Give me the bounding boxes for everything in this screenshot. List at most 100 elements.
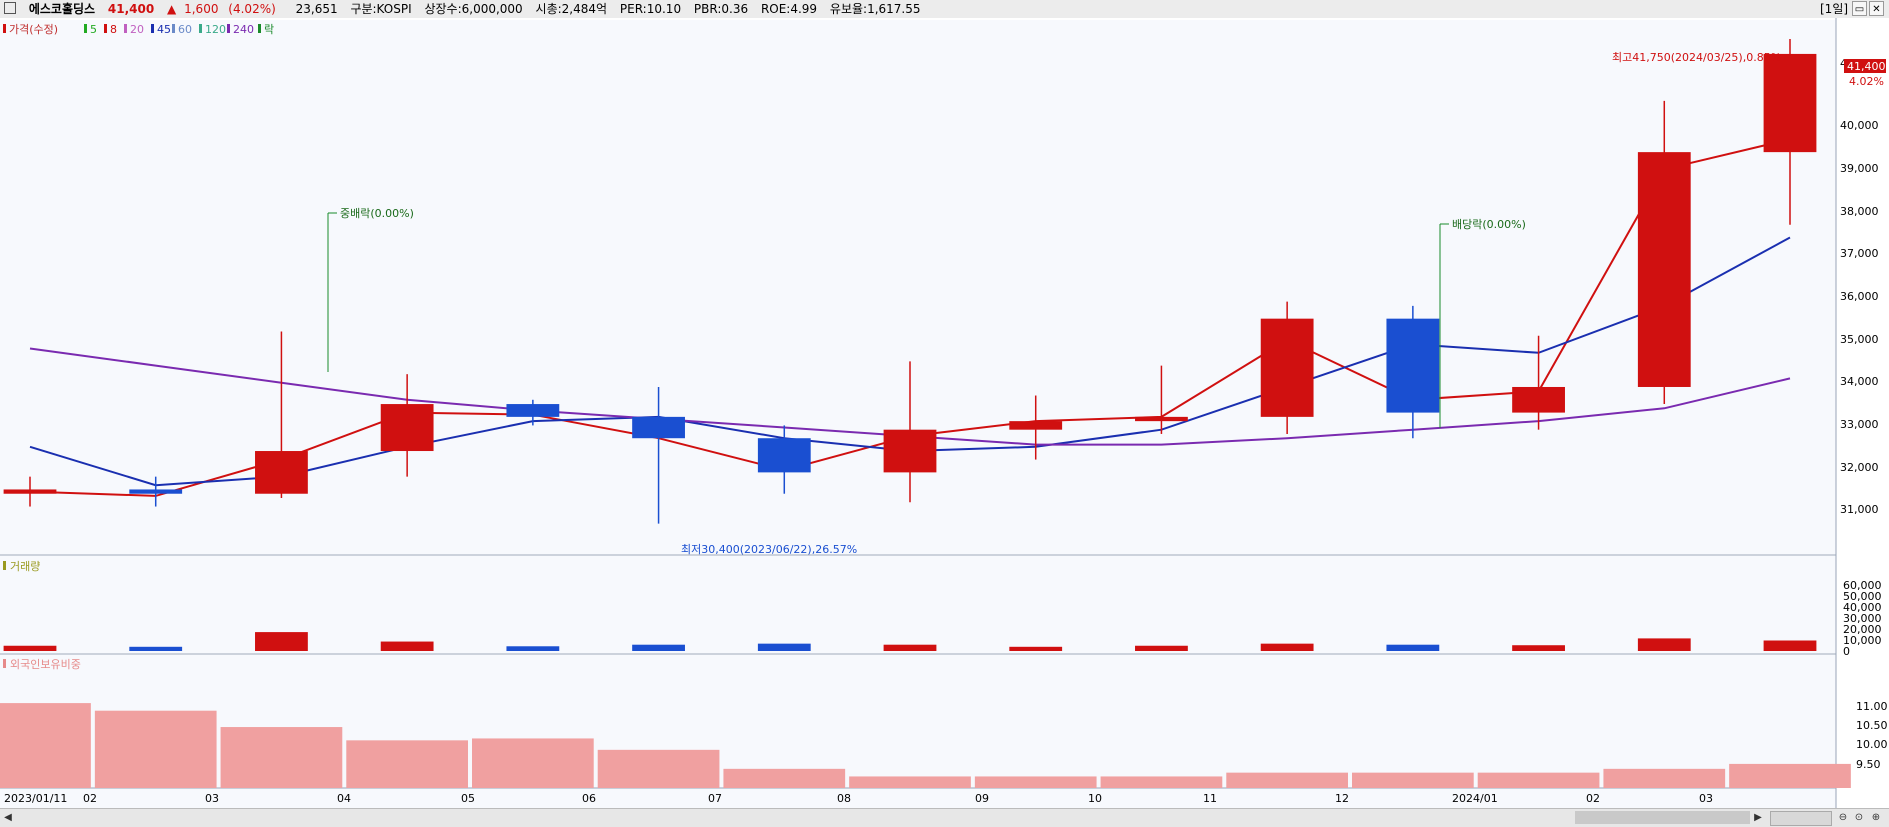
- close-icon[interactable]: ✕: [1869, 1, 1884, 16]
- y-tick-label: 33,000: [1840, 418, 1879, 431]
- period-selector[interactable]: [1일]: [1820, 0, 1848, 18]
- volume-bar: [129, 646, 183, 651]
- stock-name[interactable]: 에스코홀딩스: [29, 0, 95, 18]
- stock-chart-window: 에스코홀딩스 41,400 ▲ 1,600 (4.02%) 23,651 구분:…: [0, 0, 1889, 827]
- x-tick-label: 02: [83, 792, 97, 805]
- candle-body: [129, 489, 183, 494]
- x-tick-label: 08: [837, 792, 851, 805]
- price-change-pct: (4.02%): [228, 2, 276, 16]
- y-tick-label: 38,000: [1840, 205, 1879, 218]
- candle-body: [632, 416, 685, 439]
- candle-body: [883, 429, 937, 473]
- price-legend-swatch: [3, 24, 6, 33]
- ma20-legend-swatch: [124, 24, 127, 33]
- x-tick-label: 03: [205, 792, 219, 805]
- current-price: 41,400: [107, 2, 155, 16]
- last-pct-tag: 4.02%: [1849, 75, 1884, 88]
- y-tick-label: 37,000: [1840, 247, 1879, 260]
- menu-icon[interactable]: [4, 2, 16, 14]
- volume-bar: [1763, 640, 1817, 651]
- zoom-out-icon[interactable]: ⊖: [1836, 811, 1850, 824]
- y-tick-label: 34,000: [1840, 375, 1879, 388]
- low-annotation: 최저30,400(2023/06/22),26.57%: [681, 543, 857, 556]
- x-tick-label: 04: [337, 792, 351, 805]
- volume-bar: [883, 644, 937, 651]
- candle-body: [1386, 318, 1440, 413]
- volume-title: 거래량: [10, 560, 40, 573]
- candle-body: [1512, 386, 1565, 413]
- bonus-annotation: 중배락(0.00%): [340, 207, 414, 220]
- y-tick-label: 11.00: [1856, 700, 1888, 713]
- ma8-legend-swatch: [104, 24, 107, 33]
- last-price-tag-text: 41,400: [1847, 60, 1886, 73]
- foreign-ownership-bar: [1729, 763, 1851, 788]
- high-annotation: 최고41,750(2024/03/25),0.85%: [1612, 51, 1781, 64]
- candle-body: [1763, 53, 1817, 153]
- volume-bar: [1260, 643, 1314, 651]
- legend-ma5: 5: [90, 23, 97, 36]
- y-tick-label: 0: [1843, 645, 1850, 658]
- legend-rak: 락: [264, 23, 274, 36]
- candle-body: [1260, 318, 1314, 417]
- volume-bar: [3, 645, 57, 651]
- price-change: 1,600: [184, 2, 219, 16]
- candle-body: [255, 451, 308, 494]
- y-tick-label: 31,000: [1840, 503, 1879, 516]
- x-tick-label: 06: [582, 792, 596, 805]
- zoom-reset-icon[interactable]: ⊙: [1852, 811, 1866, 824]
- pbr-value: PBR:0.36: [693, 2, 749, 16]
- foreign-ownership-bar: [346, 740, 468, 788]
- legend-ma45: 45: [157, 23, 171, 36]
- candle-body: [1009, 421, 1063, 430]
- candle-body: [506, 404, 560, 417]
- market-info: 구분:KOSPI: [350, 2, 412, 16]
- volume-bar: [255, 632, 308, 651]
- legend-ma120: 120: [205, 23, 226, 36]
- y-tick-label: 10.50: [1856, 719, 1888, 732]
- reserve-ratio: 유보율:1,617.55: [829, 2, 921, 16]
- up-arrow-icon: ▲: [167, 2, 177, 16]
- ma5-legend-swatch: [84, 24, 87, 33]
- candle-body: [380, 404, 434, 452]
- x-tick-label: 2023/01/11: [4, 792, 67, 805]
- legend-ma8: 8: [110, 23, 117, 36]
- restore-icon[interactable]: ▭: [1852, 1, 1867, 16]
- x-tick-label: 03: [1699, 792, 1713, 805]
- volume-bar: [1386, 644, 1440, 651]
- y-tick-label: 36,000: [1840, 290, 1879, 303]
- market-cap: 시총:2,484억: [535, 2, 608, 16]
- y-tick-label: 35,000: [1840, 333, 1879, 346]
- chart-scrollbar[interactable]: ◀ ▶ ⊖ ⊙ ⊕: [0, 808, 1889, 827]
- foreign-ownership-bar: [849, 776, 971, 788]
- candle-body: [757, 438, 811, 473]
- y-tick-label: 40,000: [1840, 119, 1879, 132]
- zoom-in-icon[interactable]: ⊕: [1869, 811, 1883, 824]
- stock-header-bar: 에스코홀딩스 41,400 ▲ 1,600 (4.02%) 23,651 구분:…: [0, 0, 1889, 19]
- rak-legend-swatch: [258, 24, 261, 33]
- foreign-ownership-bar: [1226, 772, 1348, 788]
- scroll-right-icon[interactable]: ▶: [1752, 811, 1764, 824]
- volume-bar: [632, 644, 685, 651]
- x-tick-label: 02: [1586, 792, 1600, 805]
- volume-y-axis: 60,000 50,000 40,000 30,000 20,000 10,00…: [1843, 579, 1882, 658]
- volume-bar: [1135, 645, 1188, 651]
- scroll-left-icon[interactable]: ◀: [2, 811, 14, 824]
- candle-body: [1637, 152, 1691, 387]
- y-tick-label: 32,000: [1840, 461, 1879, 474]
- scroll-thumb[interactable]: [1575, 811, 1750, 824]
- foreign-ownership-bar: [94, 710, 217, 788]
- foreign-legend-swatch: [3, 659, 6, 668]
- legend-ma60: 60: [178, 23, 192, 36]
- foreign-ownership-bar: [1352, 772, 1474, 788]
- range-slider[interactable]: [1770, 811, 1832, 826]
- foreign-ownership-bar: [1603, 768, 1726, 788]
- foreign-title: 외국인보유비중: [10, 658, 81, 671]
- chart-canvas[interactable]: 가격(수정) 5 8 20 45 60 120 240 락 거래량 외국인보유비…: [0, 18, 1889, 808]
- foreign-ownership-bar: [597, 749, 720, 788]
- volume-bar: [1637, 638, 1691, 651]
- x-tick-label: 07: [708, 792, 722, 805]
- x-tick-label: 2024/01: [1452, 792, 1498, 805]
- foreign-ownership-bar: [723, 768, 846, 788]
- listed-shares: 상장수:6,000,000: [424, 2, 523, 16]
- candle-body: [3, 489, 57, 494]
